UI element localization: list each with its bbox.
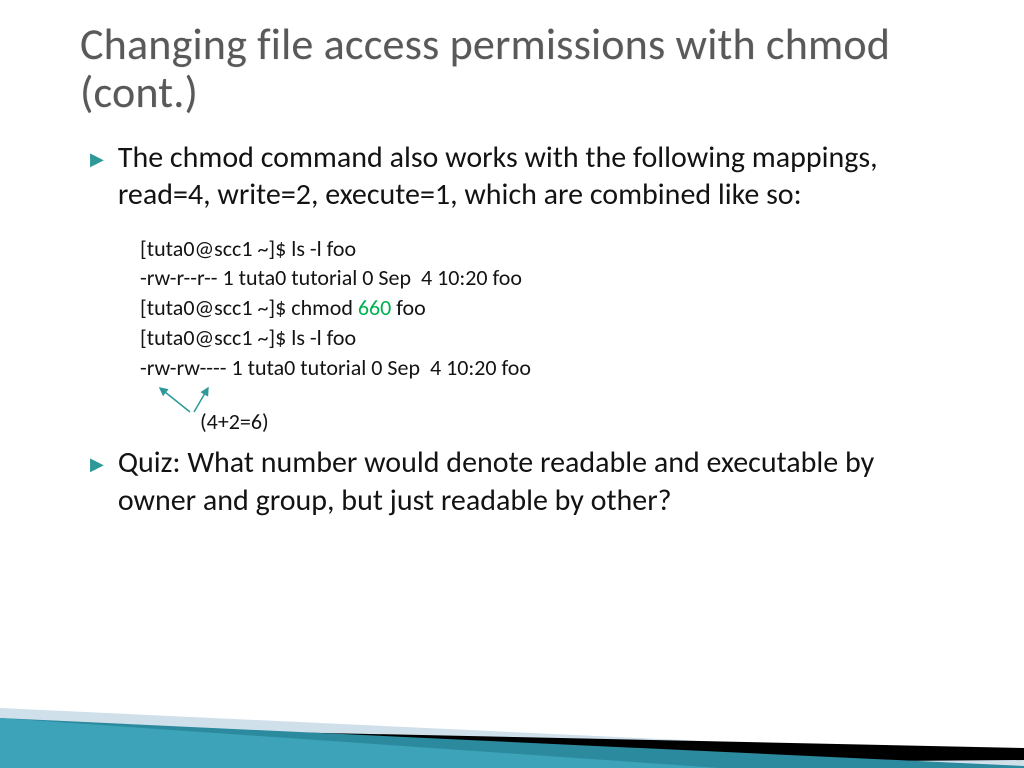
code-highlight-660: 660 — [358, 294, 391, 321]
bullet-icon: ▶ — [90, 453, 104, 475]
decorative-footer — [0, 648, 1024, 768]
bullet-quiz: ▶ Quiz: What number would denote readabl… — [90, 444, 944, 519]
code-line-1: [tuta0@scc1 ~]$ ls -l foo — [140, 234, 944, 264]
code-line-5: -rw-rw---- 1 tuta0 tutorial 0 Sep 4 10:2… — [140, 353, 944, 383]
bullet-intro: ▶ The chmod command also works with the … — [90, 139, 944, 214]
slide-body: ▶ The chmod command also works with the … — [80, 139, 944, 519]
bullet-intro-text: The chmod command also works with the fo… — [118, 139, 944, 214]
code-line-4: [tuta0@scc1 ~]$ ls -l foo — [140, 323, 944, 353]
code-line-3: [tuta0@scc1 ~]$ chmod 660 foo — [140, 293, 944, 323]
bullet-icon: ▶ — [90, 148, 104, 170]
annotation-text: (4+2=6) — [200, 408, 269, 435]
code-line-3-post: foo — [391, 294, 425, 321]
code-line-2: -rw-r--r-- 1 tuta0 tutorial 0 Sep 4 10:2… — [140, 263, 944, 293]
slide-title: Changing file access permissions with ch… — [80, 20, 944, 117]
slide: Changing file access permissions with ch… — [0, 0, 1024, 768]
code-line-3-pre: [tuta0@scc1 ~]$ chmod — [140, 294, 358, 321]
code-block: [tuta0@scc1 ~]$ ls -l foo-rw-r--r-- 1 tu… — [140, 234, 944, 382]
bullet-quiz-text: Quiz: What number would denote readable … — [118, 444, 944, 519]
annotation: (4+2=6) — [140, 388, 944, 438]
